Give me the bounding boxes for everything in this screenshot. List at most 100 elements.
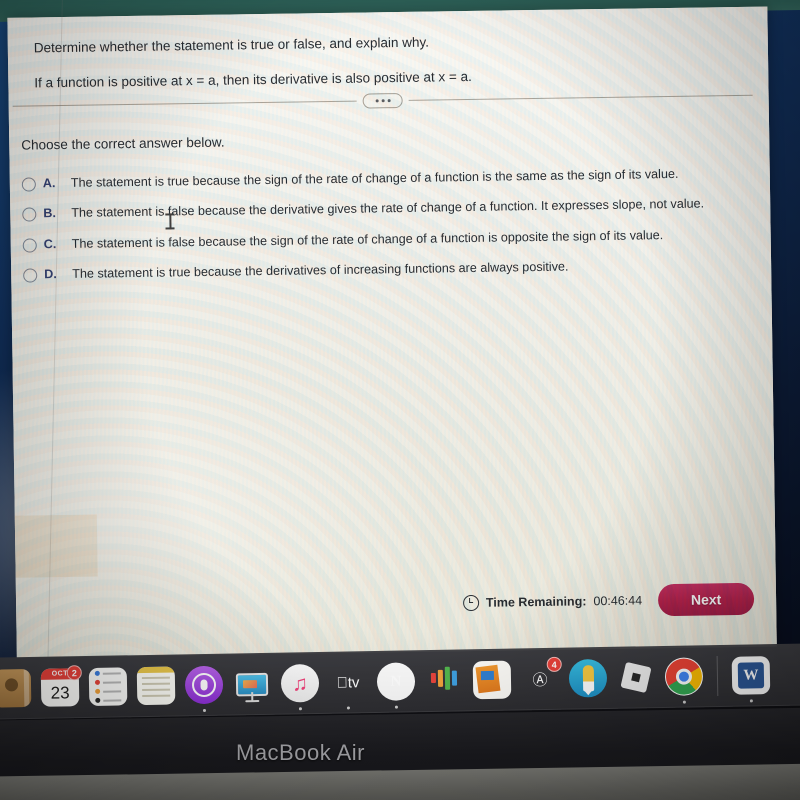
news-icon: N [376,662,416,701]
radio-button-icon[interactable] [21,177,36,192]
answer-option-letter: B. [43,206,56,221]
word-letter: W [737,662,765,689]
music-note-glyph: ♫ [291,671,309,695]
radio-button-icon[interactable] [23,268,38,283]
time-remaining-label: Time Remaining: [485,594,587,610]
keynote-icon [233,665,272,704]
notes-line [142,694,171,698]
reminders-bar [103,689,122,693]
question-prompt: Determine whether the statement is true … [33,34,430,56]
app-running-indicator [682,700,686,704]
dock-item-keynote[interactable] [232,664,273,705]
dock-item-self-service[interactable] [779,654,800,695]
reminders-icon [88,667,128,706]
chrome-icon [664,657,704,696]
reminders-dot [95,697,101,703]
dock-item-app-store[interactable]: Ⓐ 4 [520,656,562,700]
answer-option-text: The statement is false because the sign … [71,227,664,251]
dock-item-pages[interactable] [472,660,513,701]
dock-item-news[interactable]: N [376,661,417,709]
answer-option-letter: C. [43,236,57,252]
app-store-glyph: Ⓐ [532,671,548,689]
pages-icon [472,660,512,700]
choose-answer-label: Choose the correct answer below. [21,134,225,153]
question-content: Determine whether the statement is true … [7,7,776,658]
dock-item-music[interactable]: ♫ [280,663,321,711]
dock-item-calendar[interactable]: OCT 23 2 [40,665,82,708]
answer-option-text: The statement is false because the deriv… [71,196,705,221]
numbers-icon [425,661,464,700]
dock-item-contacts[interactable] [0,668,32,709]
dock-item-duolingo[interactable] [568,658,609,699]
divider-line-left [12,100,357,107]
radio-button-icon[interactable] [22,207,37,222]
reminders-row [95,697,122,703]
app-running-indicator [202,708,207,713]
reminders-dot [94,679,101,685]
dock-item-notes[interactable] [136,665,177,706]
notification-badge: 4 [546,656,562,672]
ellipsis-dot [387,98,391,102]
reminders-row [95,688,122,694]
divider-line-right [408,94,753,101]
notes-icon [136,666,176,706]
answer-option-a[interactable]: A. The statement is true because the sign… [21,165,752,192]
dock-item-apple-tv[interactable]: tv [328,662,369,710]
app-running-indicator [394,705,398,709]
reminders-row [94,679,121,685]
news-glyph: N [390,673,402,690]
photo-of-laptop-screen: Determine whether the statement is true … [0,0,800,800]
answer-option-c[interactable]: C. The statement is false because the sig… [22,226,753,253]
notes-line [141,676,170,680]
keynote-base [245,699,260,703]
app-running-indicator [298,707,302,711]
roblox-square [620,661,652,694]
answer-option-text: The statement is true because the deriva… [72,259,569,281]
answer-option-letter: D. [44,267,57,282]
question-footer: Time Remaining: 00:46:44 Next [16,578,777,629]
podcasts-ring [191,672,217,698]
reminders-bar [103,698,122,702]
numbers-bar [430,672,437,684]
music-icon: ♫ [280,663,320,703]
reminders-dot [94,670,100,676]
laptop-screen: Determine whether the statement is true … [0,0,800,673]
next-button[interactable]: Next [657,582,755,617]
dock-separator [716,656,719,697]
clock-icon [462,594,480,612]
reminders-rows [94,670,122,703]
ellipsis-dot [375,98,379,102]
notes-lines [137,672,176,705]
dock-item-reminders[interactable] [88,666,129,707]
macbook-air-brand-label: MacBook Air [236,740,365,765]
roblox-icon [617,658,656,697]
numbers-bar [444,666,451,690]
dock-item-numbers[interactable] [424,660,465,701]
answer-option-d[interactable]: D. The statement is true because the deri… [23,256,753,283]
numbers-bar [437,669,444,687]
time-remaining: Time Remaining: 00:46:44 [462,592,643,612]
duolingo-pencil [582,665,594,692]
notification-badge: 2 [66,665,82,681]
app-running-indicator [346,706,350,710]
reminders-bar [102,680,121,684]
dock-item-word[interactable]: W [731,655,772,703]
word-icon: W [731,656,771,695]
calendar-day-label: 23 [50,682,70,703]
answer-option-b[interactable]: B. The statement is false because the der… [22,195,752,222]
podcasts-icon [184,665,224,705]
podcasts-core [200,679,208,691]
answer-option-letter: A. [42,176,56,191]
answer-options-list: A. The statement is true because the sign… [21,165,754,297]
reminders-dot [95,688,101,694]
dock-item-chrome[interactable] [664,656,705,704]
dock-item-roblox[interactable] [616,657,657,698]
dock-item-podcasts[interactable] [184,665,225,713]
more-options-ellipsis-button[interactable] [362,92,403,109]
numbers-bar [451,670,458,686]
radio-button-icon[interactable] [22,238,37,253]
apple-tv-icon: tv [329,663,368,702]
answer-option-text: The statement is true because the sign o… [70,166,679,190]
notes-line [142,688,171,692]
time-remaining-value: 00:46:44 [593,593,643,609]
